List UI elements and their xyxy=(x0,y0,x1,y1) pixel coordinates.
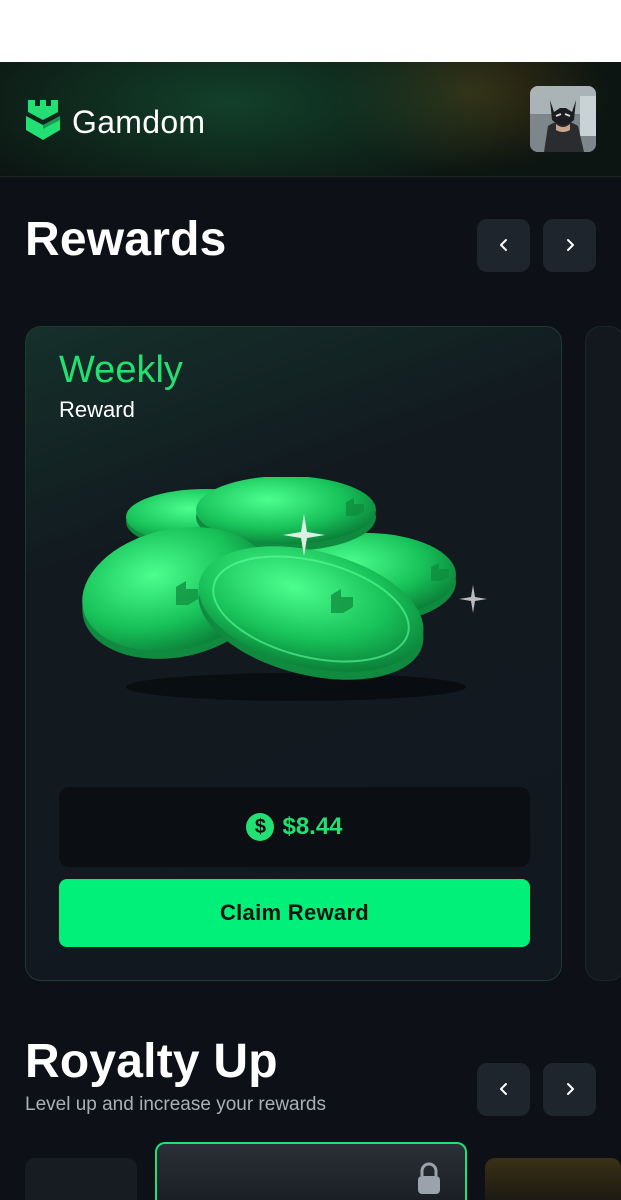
chevron-left-icon xyxy=(496,232,512,260)
brand-logo[interactable]: Gamdom xyxy=(24,98,205,147)
royalty-tile-previous[interactable] xyxy=(25,1158,137,1200)
chevron-right-icon xyxy=(562,1076,578,1104)
status-bar-area xyxy=(0,0,621,62)
brand-name: Gamdom xyxy=(72,104,206,140)
weekly-reward-card: Weekly Reward $ $8.44 Claim Reward xyxy=(25,326,562,981)
dollar-coin-icon: $ xyxy=(246,813,275,841)
reward-amount-box: $ $8.44 xyxy=(59,787,530,867)
coins-illustration xyxy=(76,476,516,707)
chevron-left-icon xyxy=(496,1076,512,1104)
lock-icon xyxy=(415,1162,443,1199)
gamdom-castle-icon xyxy=(24,98,62,147)
user-avatar[interactable] xyxy=(530,86,596,152)
royalty-title: Royalty Up xyxy=(25,1035,278,1088)
rewards-title: Rewards xyxy=(25,213,227,266)
royalty-subtitle: Level up and increase your rewards xyxy=(25,1094,327,1115)
reward-amount: $8.44 xyxy=(282,813,343,840)
reward-period: Weekly xyxy=(59,349,183,391)
chevron-right-icon xyxy=(562,232,578,260)
royalty-prev-button[interactable] xyxy=(477,1063,530,1116)
rewards-prev-button[interactable] xyxy=(477,219,530,272)
royalty-tile-current[interactable] xyxy=(155,1142,467,1200)
next-reward-card-peek[interactable] xyxy=(585,326,621,981)
rewards-next-button[interactable] xyxy=(543,219,596,272)
reward-label: Reward xyxy=(59,397,135,422)
app-header: Gamdom xyxy=(0,62,621,177)
claim-reward-button[interactable]: Claim Reward xyxy=(59,879,530,947)
royalty-tile-next[interactable] xyxy=(485,1158,621,1200)
royalty-next-button[interactable] xyxy=(543,1063,596,1116)
